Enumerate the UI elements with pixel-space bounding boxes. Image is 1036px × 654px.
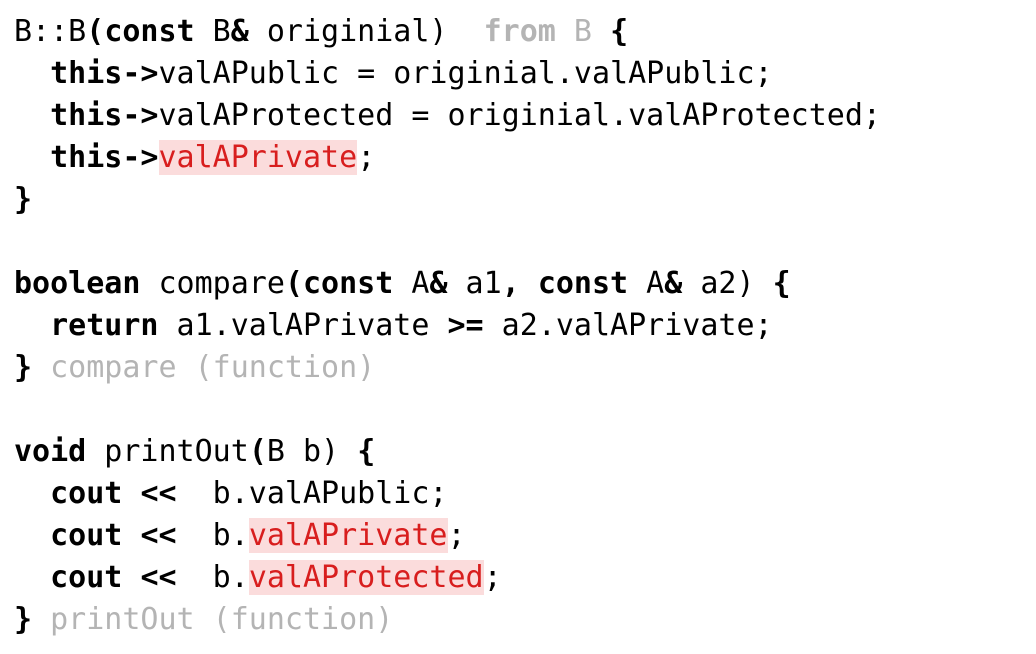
keyword-token: this-> xyxy=(50,140,159,175)
keyword-token: const xyxy=(303,266,394,301)
keyword-token: ( xyxy=(86,14,105,49)
code-token: b. xyxy=(176,518,249,553)
code-token: b. xyxy=(176,560,249,595)
keyword-token: this-> xyxy=(50,98,159,133)
code-token: b.valAPublic; xyxy=(176,476,448,511)
keyword-token: } xyxy=(14,182,33,217)
code-token: ; xyxy=(357,140,376,175)
code-line: cout << b.valAPublic; xyxy=(14,473,881,515)
annotation-token: B xyxy=(555,14,611,49)
keyword-token: const xyxy=(537,266,629,301)
code-token: ; xyxy=(483,560,502,595)
code-line: this->valAProtected = originial.valAProt… xyxy=(14,95,881,137)
error-highlight: valAPrivate xyxy=(158,140,358,175)
code-token: printOut xyxy=(86,434,249,469)
code-token: A xyxy=(393,266,430,301)
keyword-token: ( xyxy=(284,266,303,301)
code-token: valAProtected = originial.valAProtected; xyxy=(158,98,881,133)
keyword-token: >= xyxy=(447,308,484,343)
code-token: ; xyxy=(447,518,466,553)
code-line: boolean compare(const A& a1, const A& a2… xyxy=(14,263,881,305)
keyword-token: cout xyxy=(50,476,123,511)
keyword-token: , xyxy=(501,266,520,301)
code-token: A xyxy=(628,266,665,301)
code-line: B::B(const B& originial) from B { xyxy=(14,11,881,53)
keyword-token: & xyxy=(429,266,448,301)
keyword-token: { xyxy=(772,266,791,301)
keyword-token: << xyxy=(140,518,177,553)
code-listing: B::B(const B& originial) from B { this->… xyxy=(14,11,881,641)
annotation-token: printOut (function) xyxy=(32,602,394,637)
keyword-token: return xyxy=(50,308,159,343)
code-token: compare xyxy=(140,266,285,301)
code-line: return a1.valAPrivate >= a2.valAPrivate; xyxy=(14,305,881,347)
annotation-keyword-token: from xyxy=(483,14,556,49)
code-line: this->valAPrivate; xyxy=(14,137,881,179)
keyword-token: const xyxy=(104,14,195,49)
code-line: cout << b.valAProtected; xyxy=(14,557,881,599)
code-token: a2) xyxy=(682,266,773,301)
keyword-token: } xyxy=(14,350,33,385)
code-token: a1 xyxy=(447,266,502,301)
error-highlight: valAPrivate xyxy=(248,518,448,553)
code-line: cout << b.valAPrivate; xyxy=(14,515,881,557)
keyword-token: { xyxy=(610,14,629,49)
keyword-token: void xyxy=(14,434,87,469)
code-token: a2.valAPrivate; xyxy=(483,308,773,343)
error-highlight: valAProtected xyxy=(248,560,484,595)
code-line: } xyxy=(14,179,881,221)
annotation-token: compare (function) xyxy=(32,350,376,385)
code-token: valAPublic = originial.valAPublic; xyxy=(158,56,773,91)
keyword-token: & xyxy=(230,14,249,49)
code-line: } printOut (function) xyxy=(14,599,881,641)
code-line: this->valAPublic = originial.valAPublic; xyxy=(14,53,881,95)
code-token: B xyxy=(194,14,231,49)
keyword-token: cout xyxy=(50,560,123,595)
keyword-token: { xyxy=(357,434,376,469)
code-line: void printOut(B b) { xyxy=(14,431,881,473)
keyword-token: cout xyxy=(50,518,123,553)
keyword-token: & xyxy=(664,266,683,301)
code-token: B b) xyxy=(266,434,358,469)
keyword-token: << xyxy=(140,476,177,511)
keyword-token: } xyxy=(14,602,33,637)
keyword-token: boolean xyxy=(14,266,141,301)
keyword-token: this-> xyxy=(50,56,159,91)
keyword-token: ( xyxy=(248,434,267,469)
code-line: } compare (function) xyxy=(14,347,881,389)
code-token: a1.valAPrivate xyxy=(158,308,448,343)
keyword-token: << xyxy=(140,560,177,595)
code-token: B::B xyxy=(14,14,87,49)
code-token: originial) xyxy=(248,14,484,49)
